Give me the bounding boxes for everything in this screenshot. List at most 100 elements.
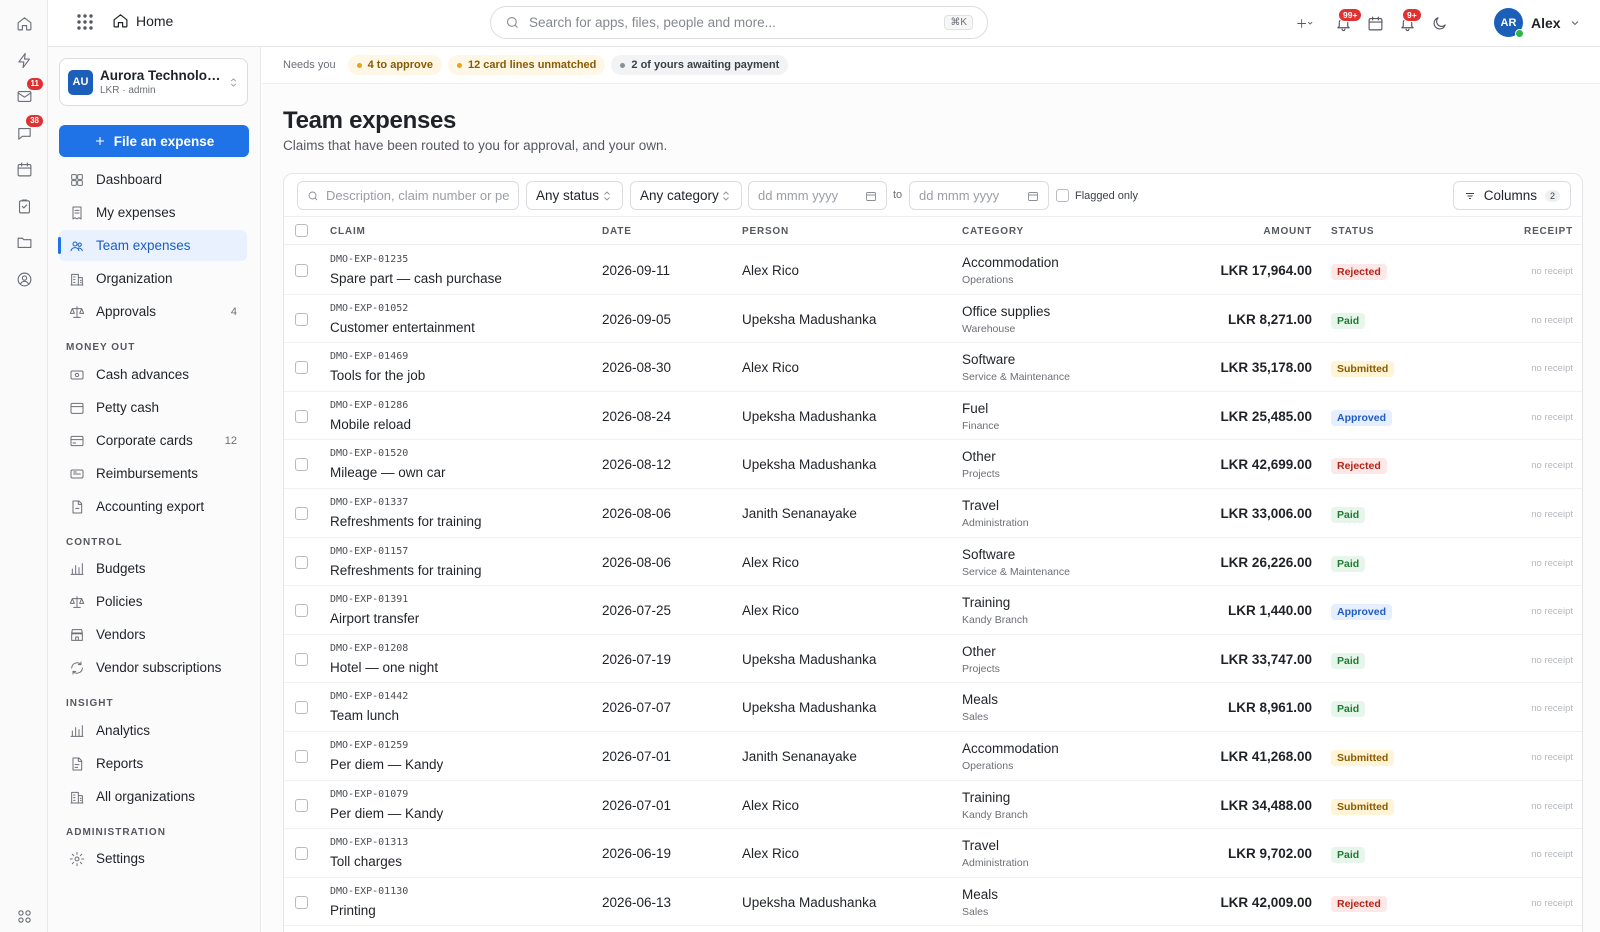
sidebar-item-all-organizations[interactable]: All organizations (59, 781, 247, 812)
row-checkbox[interactable] (295, 312, 308, 326)
sidebar-item-team-expenses[interactable]: Team expenses (58, 230, 247, 261)
table-row[interactable]: DMO-EXP-01313 Toll charges 2026-06-19 Alex … (284, 829, 1582, 878)
lightning-icon[interactable] (12, 48, 36, 72)
home-link[interactable]: Home (112, 12, 173, 29)
table-row[interactable]: DMO-EXP-01469 Tools for the job 2026-08-30… (284, 343, 1582, 392)
status-select[interactable]: Any status (526, 181, 623, 210)
app-grid-icon[interactable] (76, 13, 96, 33)
header-person[interactable]: PERSON (742, 226, 789, 237)
mail-icon[interactable]: 11 (12, 77, 44, 108)
sidebar-item-settings[interactable]: Settings (59, 843, 247, 874)
table-row[interactable]: DMO-EXP-01052 Customer entertainment 2026-… (284, 295, 1582, 344)
row-checkbox[interactable] (295, 409, 308, 423)
sidebar-item-vendors[interactable]: Vendors (59, 619, 247, 650)
table-row[interactable]: DMO-EXP-01130 Printing 2026-06-13 Upeksha M… (284, 878, 1582, 927)
calendar-icon[interactable] (12, 157, 36, 181)
sidebar-item-organization[interactable]: Organization (59, 263, 247, 294)
claim-number[interactable]: DMO-EXP-01313 (330, 837, 408, 848)
sidebar-item-petty-cash[interactable]: Petty cash (59, 392, 247, 423)
moon-icon[interactable] (1428, 12, 1450, 34)
table-row[interactable]: DMO-EXP-01520 Mileage — own car 2026-08-12… (284, 440, 1582, 489)
sidebar-item-my-expenses[interactable]: My expenses (59, 197, 247, 228)
claim-number[interactable]: DMO-EXP-01520 (330, 448, 408, 459)
claim-number[interactable]: DMO-EXP-01442 (330, 691, 408, 702)
select-all-checkbox[interactable] (295, 224, 308, 237)
create-menu-button[interactable] (1289, 12, 1319, 34)
table-row[interactable]: DMO-EXP-01235 Spare part — cash purchase 2… (284, 246, 1582, 295)
category-select[interactable]: Any category (630, 181, 742, 210)
table-row[interactable]: DMO-EXP-01337 Refreshments for training 20… (284, 489, 1582, 538)
calendar-icon[interactable] (1364, 12, 1386, 34)
claim-number[interactable]: DMO-EXP-01391 (330, 594, 408, 605)
table-row[interactable]: DMO-EXP-01157 Refreshments for training 20… (284, 538, 1582, 587)
header-receipt[interactable]: RECEIPT (1524, 226, 1573, 237)
columns-button[interactable]: Columns 2 (1452, 181, 1571, 210)
bell-icon[interactable]: 99+ (1332, 8, 1363, 34)
header-category[interactable]: CATEGORY (962, 226, 1024, 237)
date-from-input[interactable] (748, 181, 887, 210)
sidebar-item-analytics[interactable]: Analytics (59, 715, 247, 746)
chat-icon[interactable]: 38 (12, 114, 44, 145)
header-claim[interactable]: CLAIM (330, 226, 366, 237)
sidebar-item-vendor-subscriptions[interactable]: Vendor subscriptions (59, 652, 247, 683)
header-status[interactable]: STATUS (1331, 226, 1374, 237)
sidebar-item-corporate-cards[interactable]: Corporate cards 12 (59, 425, 247, 456)
home-icon[interactable] (12, 11, 36, 35)
chip-to-approve[interactable]: 4 to approve (347, 55, 442, 75)
sidebar-item-reimbursements[interactable]: Reimbursements (59, 458, 247, 489)
apps-icon[interactable] (12, 904, 36, 928)
row-checkbox[interactable] (295, 652, 308, 666)
row-checkbox[interactable] (295, 701, 308, 715)
sidebar-item-budgets[interactable]: Budgets (59, 553, 247, 584)
date-to-field[interactable] (919, 188, 1027, 203)
row-checkbox[interactable] (295, 361, 308, 375)
row-checkbox[interactable] (295, 895, 308, 909)
table-row[interactable]: DMO-EXP-01208 Hotel — one night 2026-07-19… (284, 635, 1582, 684)
row-checkbox[interactable] (295, 458, 308, 472)
sidebar-item-policies[interactable]: Policies (59, 586, 247, 617)
chip-awaiting-payment[interactable]: 2 of yours awaiting payment (611, 55, 789, 75)
filter-search-input[interactable] (326, 188, 509, 203)
table-row[interactable]: DMO-EXP-01259 Per diem — Kandy 2026-07-01 J… (284, 732, 1582, 781)
claim-number[interactable]: DMO-EXP-01469 (330, 351, 408, 362)
claim-number[interactable]: DMO-EXP-01259 (330, 740, 408, 751)
row-checkbox[interactable] (295, 798, 308, 812)
table-row[interactable]: DMO-EXP-01442 Team lunch 2026-07-07 Upeksha… (284, 683, 1582, 732)
chip-card-lines[interactable]: 12 card lines unmatched (448, 55, 606, 75)
claim-number[interactable]: DMO-EXP-01079 (330, 789, 408, 800)
global-search[interactable]: ⌘K (490, 6, 988, 39)
sidebar-item-dashboard[interactable]: Dashboard (59, 164, 247, 195)
claim-number[interactable]: DMO-EXP-01052 (330, 303, 408, 314)
global-search-input[interactable] (529, 15, 945, 30)
flagged-only-checkbox[interactable] (1056, 189, 1069, 202)
sidebar-item-reports[interactable]: Reports (59, 748, 247, 779)
table-row[interactable]: DMO-EXP-01391 Airport transfer 2026-07-25 A… (284, 586, 1582, 635)
clipboard-icon[interactable] (12, 194, 36, 218)
row-checkbox[interactable] (295, 555, 308, 569)
notifications-icon[interactable]: 9+ (1396, 8, 1422, 34)
file-expense-button[interactable]: File an expense (59, 125, 249, 157)
contacts-icon[interactable] (12, 267, 36, 291)
row-checkbox[interactable] (295, 750, 308, 763)
claim-number[interactable]: DMO-EXP-01235 (330, 254, 408, 265)
claim-number[interactable]: DMO-EXP-01208 (330, 643, 408, 654)
sidebar-item-approvals[interactable]: Approvals 4 (59, 296, 247, 327)
sidebar-item-cash-advances[interactable]: Cash advances (59, 359, 247, 390)
claim-number[interactable]: DMO-EXP-01337 (330, 497, 408, 508)
claim-number[interactable]: DMO-EXP-01157 (330, 546, 408, 557)
sidebar-item-accounting-export[interactable]: Accounting export (59, 491, 247, 522)
claim-number[interactable]: DMO-EXP-01286 (330, 400, 408, 411)
header-date[interactable]: DATE (602, 226, 632, 237)
flagged-only-toggle[interactable]: Flagged only (1056, 189, 1138, 202)
row-checkbox[interactable] (295, 847, 308, 861)
row-checkbox[interactable] (295, 264, 308, 277)
header-amount[interactable]: AMOUNT (1263, 226, 1312, 237)
org-switcher[interactable]: AU Aurora Technologies LKR · admin (59, 58, 248, 106)
table-row[interactable]: DMO-EXP-01079 Per diem — Kandy 2026-07-01 A… (284, 781, 1582, 830)
date-to-input[interactable] (909, 181, 1049, 210)
folder-icon[interactable] (12, 230, 36, 254)
date-from-field[interactable] (758, 188, 865, 203)
claim-number[interactable]: DMO-EXP-01130 (330, 886, 408, 897)
row-checkbox[interactable] (295, 604, 308, 618)
filter-search[interactable] (297, 181, 519, 210)
